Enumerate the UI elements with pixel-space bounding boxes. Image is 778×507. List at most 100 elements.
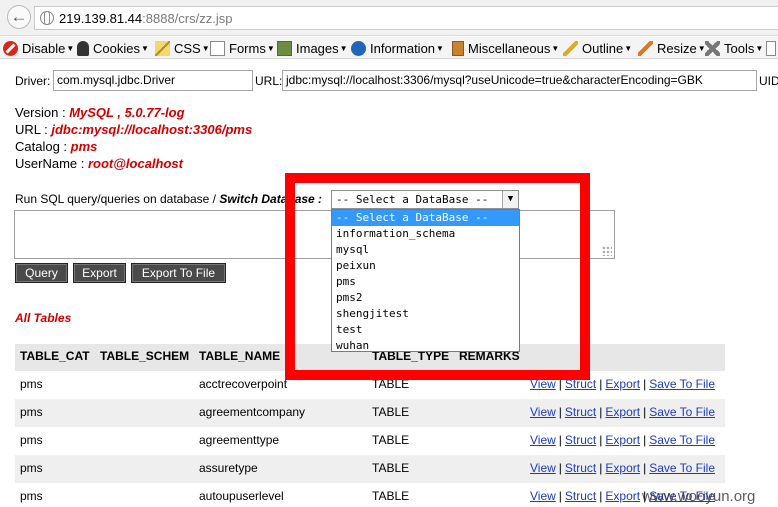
catalog-label: Catalog : [15,139,71,154]
export-link[interactable]: Export [605,461,640,475]
query-button[interactable]: Query [15,263,68,283]
back-arrow-icon[interactable]: ← [7,5,31,29]
toolbar-label: Outline [582,40,624,56]
row-actions: View | Struct | Export | Save To File [530,377,716,391]
cell-cat: pms [20,377,43,391]
driver-input[interactable]: com.mysql.jdbc.Driver [53,70,253,91]
web-developer-toolbar: Disable ▼ Cookies ▼ CSS ▼ Forms ▼ Images ▼ In… [0,37,778,59]
row-actions: View | Struct | Export | Save To File [530,461,716,475]
cell-type: TABLE [372,377,410,391]
toolbar-tools[interactable]: Tools ▼ [705,40,763,56]
view-link[interactable]: View [530,433,556,447]
toolbar-disable[interactable]: Disable ▼ [3,40,74,56]
toolbar-label: CSS [174,40,201,56]
database-option[interactable]: pms [332,274,519,290]
database-option[interactable]: shengjitest [332,306,519,322]
url-field[interactable]: jdbc:mysql://localhost:3306/mysql?useUni… [282,70,757,91]
username-label: UserName : [15,156,88,171]
save-to-file-link[interactable]: Save To File [649,461,715,475]
struct-link[interactable]: Struct [565,433,596,447]
catalog-value: pms [70,139,98,154]
toolbar-miscellaneous[interactable]: Miscellaneous ▼ [452,40,559,56]
toolbar-resize[interactable]: Resize ▼ [638,40,706,56]
cell-name: autoupuserlevel [199,489,284,503]
username-line: UserName : root@localhost [15,156,183,171]
export-link[interactable]: Export [605,489,640,503]
database-option[interactable]: mysql [332,242,519,258]
struct-link[interactable]: Struct [565,489,596,503]
row-actions: View | Struct | Export | Save To File [530,433,716,447]
caret-down-icon: ▼ [140,43,149,53]
information-icon [351,40,366,56]
cell-cat: pms [20,461,43,475]
toolbar-label: Miscellaneous [468,40,551,56]
miscellaneous-icon [452,40,464,56]
forms-icon [210,40,225,56]
catalog-line: Catalog : pms [15,139,97,154]
view-link[interactable]: View [530,489,556,503]
toolbar-options[interactable] [766,40,778,56]
tools-icon [705,40,720,56]
table-row: pms agreementtype TABLE View | Struct | Expo… [15,427,725,455]
cell-type: TABLE [372,489,410,503]
caret-down-icon: ▼ [551,43,560,53]
header-table-name: TABLE_NAME [199,349,281,363]
database-option[interactable]: test [332,322,519,338]
database-option[interactable]: wuhan [332,338,519,351]
switch-database-label: Switch Database : [219,192,323,206]
table-row: pms assuretype TABLE View | Struct | Export |… [15,455,725,483]
database-select[interactable]: -- Select a DataBase -- ▼ [331,190,519,209]
all-tables-title: All Tables [15,311,72,325]
toolbar-forms[interactable]: Forms ▼ [210,40,275,56]
database-option[interactable]: information_schema [332,226,519,242]
options-icon [766,40,776,56]
run-sql-text: Run SQL query/queries on database / [15,192,220,206]
toolbar-cookies[interactable]: Cookies ▼ [77,40,149,56]
toolbar-images[interactable]: Images ▼ [277,40,348,56]
database-option[interactable]: pms2 [332,290,519,306]
cell-type: TABLE [372,433,410,447]
database-option[interactable]: -- Select a DataBase -- [332,210,519,226]
toolbar-css[interactable]: CSS ▼ [155,40,210,56]
export-link[interactable]: Export [605,405,640,419]
disable-icon [3,40,18,56]
export-link[interactable]: Export [605,377,640,391]
save-to-file-link[interactable]: Save To File [649,377,715,391]
driver-label: Driver: [15,74,51,88]
url-label: URL: [255,74,283,88]
css-icon [155,40,170,56]
cookies-icon [77,40,89,56]
database-option[interactable]: peixun [332,258,519,274]
cell-cat: pms [20,405,43,419]
save-to-file-link[interactable]: Save To File [649,405,715,419]
resize-icon [638,40,653,56]
header-table-cat: TABLE_CAT [20,349,90,363]
caret-down-icon: ▼ [66,43,75,53]
url-host: 219.139.81.44 [59,11,143,26]
view-link[interactable]: View [530,377,556,391]
struct-link[interactable]: Struct [565,377,596,391]
view-link[interactable]: View [530,461,556,475]
chevron-down-icon[interactable]: ▼ [502,191,518,208]
row-actions: View | Struct | Export | Save To File [530,405,716,419]
view-link[interactable]: View [530,405,556,419]
username-value: root@localhost [87,156,183,171]
caret-down-icon: ▼ [339,43,348,53]
version-label: Version : [15,105,70,120]
export-link[interactable]: Export [605,433,640,447]
toolbar-label: Information [370,40,436,56]
cell-name: acctrecoverpoint [199,377,288,391]
save-to-file-link[interactable]: Save To File [649,433,715,447]
cell-type: TABLE [372,405,410,419]
images-icon [277,40,292,56]
export-to-file-button[interactable]: Export To File [131,263,226,283]
sql-query-textarea[interactable] [14,210,615,259]
struct-link[interactable]: Struct [565,461,596,475]
url-input[interactable]: 219.139.81.44:8888/crs/zz.jsp [34,6,778,30]
resize-grip-icon[interactable] [602,246,612,256]
struct-link[interactable]: Struct [565,405,596,419]
export-button[interactable]: Export [73,263,126,283]
toolbar-outline[interactable]: Outline ▼ [563,40,632,56]
toolbar-information[interactable]: Information ▼ [351,40,444,56]
table-row: pms agreementcompany TABLE View | Struct | E… [15,399,725,427]
